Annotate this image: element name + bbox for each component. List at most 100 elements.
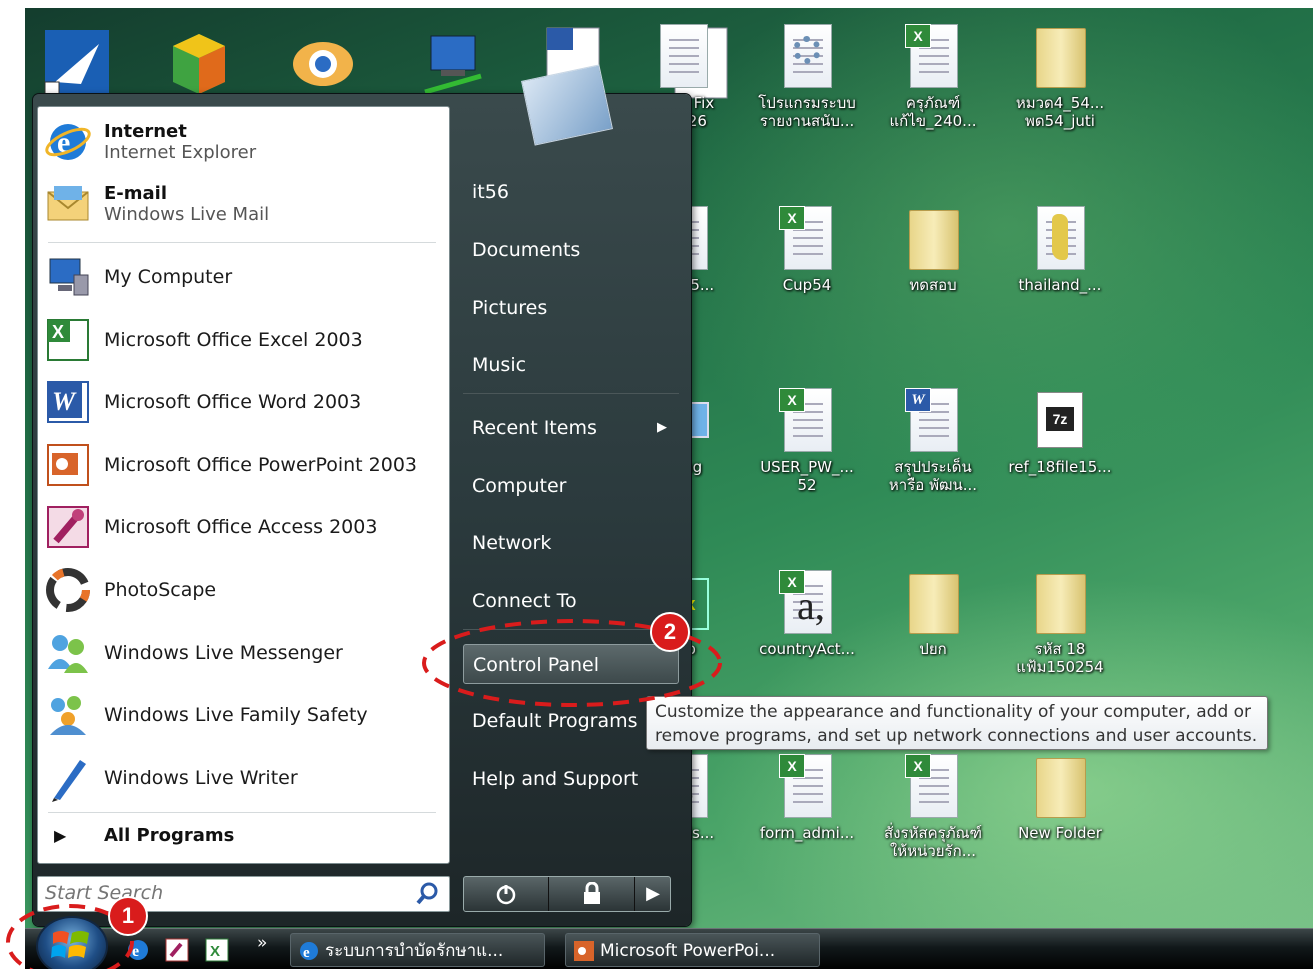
desktop-icon[interactable]: ทดสอบ bbox=[868, 206, 998, 294]
places-item[interactable]: Connect To bbox=[463, 581, 679, 621]
recent-program-item[interactable]: X Microsoft Office Excel 2003 bbox=[44, 311, 442, 369]
7z-file-icon: 7z bbox=[1032, 388, 1088, 452]
shortcut-icon[interactable] bbox=[417, 26, 489, 104]
recent-program-label: Microsoft Office Access 2003 bbox=[104, 516, 378, 539]
word-file-icon: W bbox=[905, 388, 961, 452]
places-item[interactable]: Help and Support bbox=[463, 759, 679, 799]
shortcut-icon[interactable] bbox=[163, 26, 235, 104]
places-item-label: it56 bbox=[472, 181, 509, 203]
pinned-subtitle: Internet Explorer bbox=[104, 142, 257, 163]
recent-program-item[interactable]: Windows Live Messenger bbox=[44, 624, 442, 682]
desktop-icon[interactable]: โปรแกรมระบบ รายงานสนับ... bbox=[742, 24, 872, 130]
power-button[interactable] bbox=[464, 877, 549, 911]
xls-file-icon: X bbox=[779, 206, 835, 270]
taskbar-window-button[interactable]: Microsoft PowerPoi... bbox=[565, 933, 820, 967]
triangle-right-icon: ▶ bbox=[54, 825, 67, 845]
desktop-icon-label: หมวด4_54... พด54_juti bbox=[1015, 94, 1105, 130]
tooltip-line: remove programs, and set up network conn… bbox=[655, 726, 1258, 746]
all-programs-button[interactable]: ▶ All Programs bbox=[44, 813, 442, 857]
recent-program-item[interactable]: PhotoScape bbox=[44, 561, 442, 619]
start-search-box[interactable] bbox=[37, 876, 450, 912]
excel-icon[interactable]: X bbox=[205, 938, 229, 962]
places-item[interactable]: Computer bbox=[463, 466, 679, 506]
places-item-label: Help and Support bbox=[472, 768, 639, 790]
desktop-icon[interactable]: Xa, countryAct... bbox=[742, 570, 872, 658]
xls-file-icon: X bbox=[779, 754, 835, 818]
places-item[interactable]: Pictures bbox=[463, 288, 679, 328]
places-item[interactable]: it56 bbox=[463, 172, 679, 212]
places-item[interactable]: Network bbox=[463, 523, 679, 563]
access-icon bbox=[44, 503, 92, 551]
taskbar: e X » e ระบบการบำบัดรักษาแ... Microsoft Po… bbox=[25, 928, 1313, 969]
recent-program-item[interactable]: Windows Live Family Safety bbox=[44, 686, 442, 744]
desktop-icon-label: ทดสอบ bbox=[909, 276, 957, 294]
screenshot-frame: osoft Fix 50126โปรแกรมระบบ รายงานสนับ...… bbox=[0, 0, 1313, 969]
tooltip-line: Customize the appearance and functionali… bbox=[655, 702, 1252, 722]
power-options-arrow[interactable]: ▶ bbox=[636, 877, 670, 911]
desktop-icon[interactable]: หมวด4_54... พด54_juti bbox=[995, 24, 1125, 130]
places-item-label: Control Panel bbox=[473, 654, 599, 676]
taskbar-window-button[interactable]: e ระบบการบำบัดรักษาแ... bbox=[290, 933, 545, 967]
xa-file-icon: Xa, bbox=[779, 570, 835, 634]
places-item[interactable]: Documents bbox=[463, 230, 679, 270]
pinned-internet[interactable]: e Internet Internet Explorer bbox=[44, 113, 442, 171]
recent-program-label: Microsoft Office PowerPoint 2003 bbox=[104, 453, 418, 476]
start-menu-places-pane: it56 Documents Pictures Music Recent Items ▶ C… bbox=[453, 64, 691, 926]
doc-file-icon bbox=[655, 24, 711, 88]
internet-explorer-icon: e bbox=[44, 118, 92, 166]
desktop-icon[interactable]: X ครุภัณฑ์ แก้ไข_240... bbox=[868, 24, 998, 130]
desktop-icon-label: สรุปประเด็น หารือ พัฒน... bbox=[888, 458, 978, 494]
desktop-icon-label: ref_18file15... bbox=[1008, 458, 1112, 476]
recent-program-label: Microsoft Office Excel 2003 bbox=[104, 328, 363, 351]
recent-program-label: My Computer bbox=[104, 266, 233, 288]
power-icon bbox=[496, 885, 516, 905]
desktop-icon[interactable]: 7z ref_18file15... bbox=[995, 388, 1125, 476]
submenu-arrow-icon: ▶ bbox=[657, 420, 667, 435]
internet-explorer-icon[interactable]: e bbox=[125, 937, 151, 963]
excel-icon: X bbox=[44, 316, 92, 364]
start-search-input[interactable] bbox=[43, 877, 397, 909]
desktop-icon[interactable]: Xform_admi... bbox=[742, 754, 872, 842]
desktop-icon[interactable]: X สั่งรหัสครุภัณฑ์ ให้หน่วยรัก... bbox=[868, 754, 998, 860]
access-icon[interactable] bbox=[165, 938, 189, 962]
folder-file-icon bbox=[1032, 754, 1088, 818]
recent-program-item[interactable]: Microsoft Office PowerPoint 2003 bbox=[44, 436, 442, 494]
recent-program-label: Windows Live Writer bbox=[104, 766, 298, 789]
places-item[interactable]: Control Panel bbox=[463, 644, 679, 684]
desktop-icon[interactable]: thailand_... bbox=[995, 206, 1125, 294]
recent-program-item[interactable]: My Computer bbox=[44, 248, 442, 306]
desktop-icon[interactable]: New Folder bbox=[995, 754, 1125, 842]
shortcut-icon[interactable] bbox=[287, 26, 359, 104]
pinned-email[interactable]: E-mail Windows Live Mail bbox=[44, 175, 442, 233]
places-item[interactable]: Music bbox=[463, 345, 679, 385]
start-button[interactable] bbox=[36, 916, 108, 969]
desktop-icon-label: Cup54 bbox=[782, 276, 832, 294]
recent-program-item[interactable]: Windows Live Writer bbox=[44, 749, 442, 807]
desktop-icon-label: countryAct... bbox=[759, 640, 855, 658]
all-programs-label: All Programs bbox=[104, 824, 235, 846]
places-item[interactable]: Recent Items ▶ bbox=[463, 408, 679, 448]
pinned-title: Internet bbox=[104, 121, 187, 142]
shortcut-icon[interactable] bbox=[41, 26, 113, 104]
messenger-icon bbox=[44, 629, 92, 677]
desktop-icon[interactable]: X USER_PW_... 52 bbox=[742, 388, 872, 494]
step-badge-2: 2 bbox=[650, 612, 690, 652]
powerpoint-icon bbox=[44, 441, 92, 489]
places-separator bbox=[463, 629, 679, 630]
lock-button[interactable] bbox=[550, 877, 635, 911]
windows-logo-icon bbox=[51, 931, 89, 958]
desktop-icon[interactable]: ปยก bbox=[868, 570, 998, 658]
places-item-label: Pictures bbox=[472, 297, 548, 319]
desktop-icon[interactable]: X Cup54 bbox=[742, 206, 872, 294]
desktop-icon[interactable]: W สรุปประเด็น หารือ พัฒน... bbox=[868, 388, 998, 494]
search-icon[interactable] bbox=[415, 881, 441, 907]
quick-launch: e X » bbox=[125, 933, 275, 965]
desktop-icon[interactable]: รหัส 18 แฟ้ม150254 bbox=[995, 570, 1125, 676]
svg-text:e: e bbox=[303, 945, 310, 961]
recent-program-item[interactable]: W Microsoft Office Word 2003 bbox=[44, 373, 442, 431]
desktop-icon-label: USER_PW_... 52 bbox=[760, 458, 854, 494]
recent-program-item[interactable]: Microsoft Office Access 2003 bbox=[44, 498, 442, 556]
taskbar-window-label: ระบบการบำบัดรักษาแ... bbox=[325, 941, 504, 961]
quick-launch-chevron[interactable]: » bbox=[257, 933, 267, 953]
svg-text:e: e bbox=[132, 943, 139, 960]
